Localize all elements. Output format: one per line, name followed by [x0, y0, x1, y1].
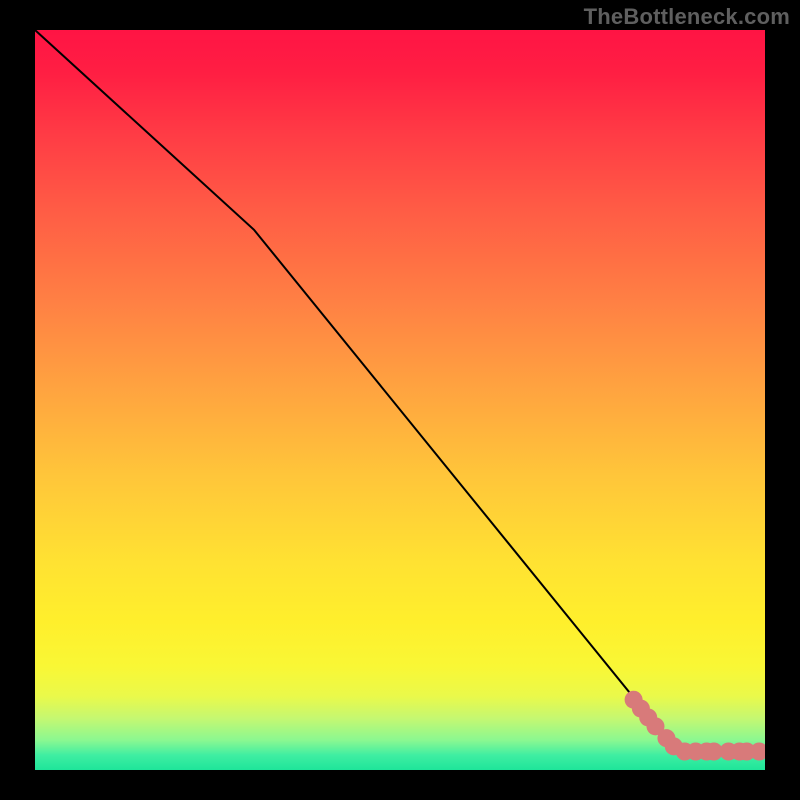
- plot-area: [35, 30, 765, 770]
- plot-svg: [35, 30, 765, 770]
- curve-layer: [35, 30, 765, 752]
- watermark: TheBottleneck.com: [584, 4, 790, 30]
- chart-frame: TheBottleneck.com: [0, 0, 800, 800]
- markers-layer: [625, 691, 765, 761]
- curve-path: [35, 30, 765, 752]
